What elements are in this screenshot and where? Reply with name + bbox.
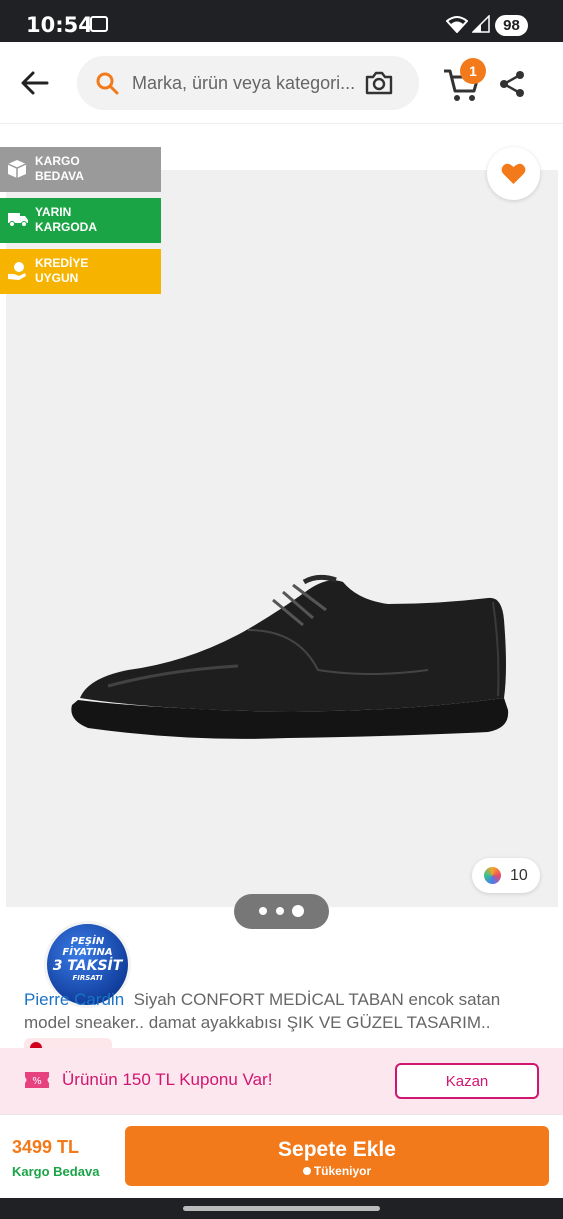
stock-note: Tükeniyor — [125, 1164, 549, 1178]
coupon-text: Ürünün 150 TL Kuponu Var! — [62, 1070, 273, 1089]
svg-text:%: % — [32, 1076, 42, 1087]
pager-dot-active[interactable] — [292, 905, 304, 917]
pager-dot[interactable] — [276, 907, 284, 915]
add-to-cart-label: Sepete Ekle — [278, 1137, 396, 1161]
status-bar: 10:54 98 — [0, 0, 563, 42]
cart-count-badge: 1 — [460, 58, 486, 84]
promo-line-4: FIRSATI — [72, 974, 103, 982]
share-icon[interactable] — [497, 69, 527, 99]
system-nav-bar — [0, 1198, 563, 1219]
signal-icon — [472, 15, 490, 33]
truck-icon — [8, 213, 28, 227]
claim-coupon-button[interactable]: Kazan — [395, 1063, 539, 1099]
pager-dot[interactable] — [259, 907, 267, 915]
battery-indicator: 98 — [495, 15, 528, 36]
search-input[interactable] — [132, 68, 358, 98]
product-image — [71, 574, 509, 739]
tag-line-1: YARIN — [35, 205, 72, 219]
heart-icon — [501, 163, 526, 184]
shipping-label: Kargo Bedava — [12, 1164, 100, 1179]
image-pager[interactable] — [234, 894, 329, 929]
coupon-ticket-icon: % — [25, 1072, 49, 1088]
search-bar[interactable] — [77, 56, 419, 110]
tag-line-2: BEDAVA — [35, 169, 84, 183]
wifi-icon — [446, 16, 468, 33]
color-count: 10 — [510, 867, 528, 884]
tag-line-1: KARGO — [35, 154, 80, 168]
product-price: 3499 TL — [12, 1137, 80, 1157]
camera-icon[interactable] — [364, 69, 394, 97]
coins-hand-icon — [8, 262, 26, 280]
tag-free-shipping: KARGO BEDAVA — [0, 147, 161, 192]
screenshot-icon — [90, 16, 108, 32]
tag-next-day-shipping: YARIN KARGODA — [0, 198, 161, 243]
tag-line-2: KARGODA — [35, 220, 97, 234]
promo-line-3: 3 TAKSİT — [52, 958, 123, 974]
promo-line-2: FİYATINA — [62, 947, 113, 958]
top-bar: 1 — [0, 42, 563, 124]
tag-line-1: KREDİYE — [35, 256, 89, 270]
color-options-button[interactable]: 10 — [472, 858, 540, 893]
home-gesture-handle[interactable] — [183, 1206, 380, 1211]
status-time: 10:54 — [26, 13, 93, 37]
back-arrow-icon[interactable] — [18, 66, 52, 100]
tag-credit-eligible: KREDİYE UYGUN — [0, 249, 161, 294]
feature-tags: KARGO BEDAVA YARIN KARGODA KREDİYE UYGUN — [0, 147, 161, 300]
add-to-cart-button[interactable]: Sepete Ekle Tükeniyor — [125, 1126, 549, 1186]
stock-note-text: Tükeniyor — [313, 1163, 372, 1178]
product-title: Pierre Cardin Siyah CONFORT MEDİCAL TABA… — [24, 988, 544, 1034]
purchase-bar: 3499 TL Kargo Bedava Sepete Ekle Tükeniy… — [0, 1114, 563, 1198]
tag-line-2: UYGUN — [35, 271, 79, 285]
promo-line-1: PEŞİN — [70, 936, 105, 947]
coupon-banner: % Ürünün 150 TL Kuponu Var! Kazan — [0, 1048, 563, 1114]
brand-link[interactable]: Pierre Cardin — [24, 990, 124, 1009]
search-icon — [96, 72, 119, 95]
box-icon — [7, 160, 27, 178]
stock-dot-icon — [302, 1166, 311, 1175]
color-palette-icon — [484, 867, 501, 884]
favorite-button[interactable] — [487, 147, 540, 200]
